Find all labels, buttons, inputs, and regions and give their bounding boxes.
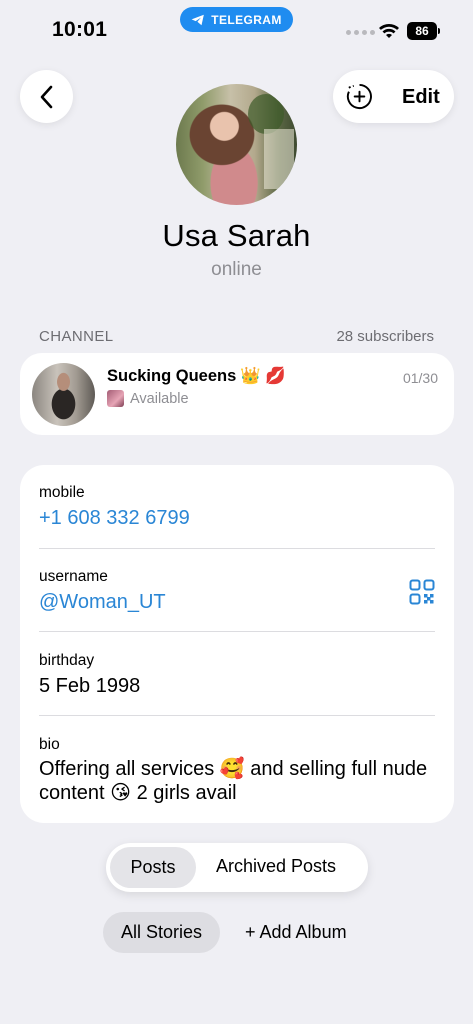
channel-card[interactable]: Sucking Queens 👑 💋 01/30 Available bbox=[20, 353, 454, 435]
wifi-icon bbox=[379, 24, 399, 38]
header-actions: Edit bbox=[333, 70, 454, 123]
avatar-background-shelf bbox=[264, 129, 294, 189]
avatar-background-plant bbox=[248, 94, 284, 134]
channel-last-message: Available bbox=[107, 390, 189, 407]
posts-tab-bar: Posts Archived Posts bbox=[106, 843, 368, 892]
profile-status: online bbox=[211, 259, 262, 280]
tab-archived-posts[interactable]: Archived Posts bbox=[216, 856, 336, 877]
mobile-label: mobile bbox=[39, 484, 85, 501]
channel-section-label: CHANNEL bbox=[39, 328, 114, 345]
telegram-pill-label: TELEGRAM bbox=[211, 12, 282, 27]
signal-icon bbox=[346, 30, 375, 35]
mobile-value[interactable]: +1 608 332 6799 bbox=[39, 507, 190, 530]
bio-label: bio bbox=[39, 736, 60, 753]
divider bbox=[39, 548, 435, 549]
channel-date: 01/30 bbox=[402, 370, 438, 386]
all-stories-button[interactable]: All Stories bbox=[103, 912, 220, 953]
qr-code-icon[interactable] bbox=[409, 579, 435, 605]
profile-avatar[interactable] bbox=[176, 84, 297, 205]
back-chevron-icon bbox=[40, 85, 52, 108]
username-label: username bbox=[39, 568, 108, 585]
tab-posts[interactable]: Posts bbox=[110, 847, 196, 888]
channel-title-text: Sucking Queens bbox=[107, 367, 237, 385]
info-card: mobile +1 608 332 6799 username @Woman_U… bbox=[20, 465, 454, 823]
channel-subtitle: Available bbox=[130, 390, 189, 407]
telegram-pill[interactable]: TELEGRAM bbox=[180, 7, 293, 32]
add-story-icon[interactable] bbox=[346, 83, 373, 110]
username-value[interactable]: @Woman_UT bbox=[39, 591, 166, 614]
profile-name: Usa Sarah bbox=[162, 218, 311, 253]
channel-subscribers: 28 subscribers bbox=[336, 328, 434, 345]
divider bbox=[39, 715, 435, 716]
birthday-label: birthday bbox=[39, 652, 95, 669]
edit-button[interactable]: Edit bbox=[402, 86, 440, 109]
add-album-button[interactable]: + Add Album bbox=[245, 922, 347, 943]
bio-value: Offering all services 🥰 and selling full… bbox=[39, 758, 428, 804]
battery-indicator: 86 bbox=[407, 22, 437, 40]
divider bbox=[39, 631, 435, 632]
back-button[interactable] bbox=[20, 70, 73, 123]
battery-tip bbox=[438, 28, 440, 34]
channel-title: Sucking Queens 👑 💋 bbox=[107, 367, 286, 386]
message-thumbnail bbox=[107, 390, 124, 407]
channel-title-emoji: 👑 💋 bbox=[240, 367, 286, 385]
telegram-plane-icon bbox=[191, 14, 205, 25]
birthday-value: 5 Feb 1998 bbox=[39, 675, 141, 697]
channel-avatar bbox=[32, 363, 95, 426]
status-time: 10:01 bbox=[52, 18, 108, 41]
